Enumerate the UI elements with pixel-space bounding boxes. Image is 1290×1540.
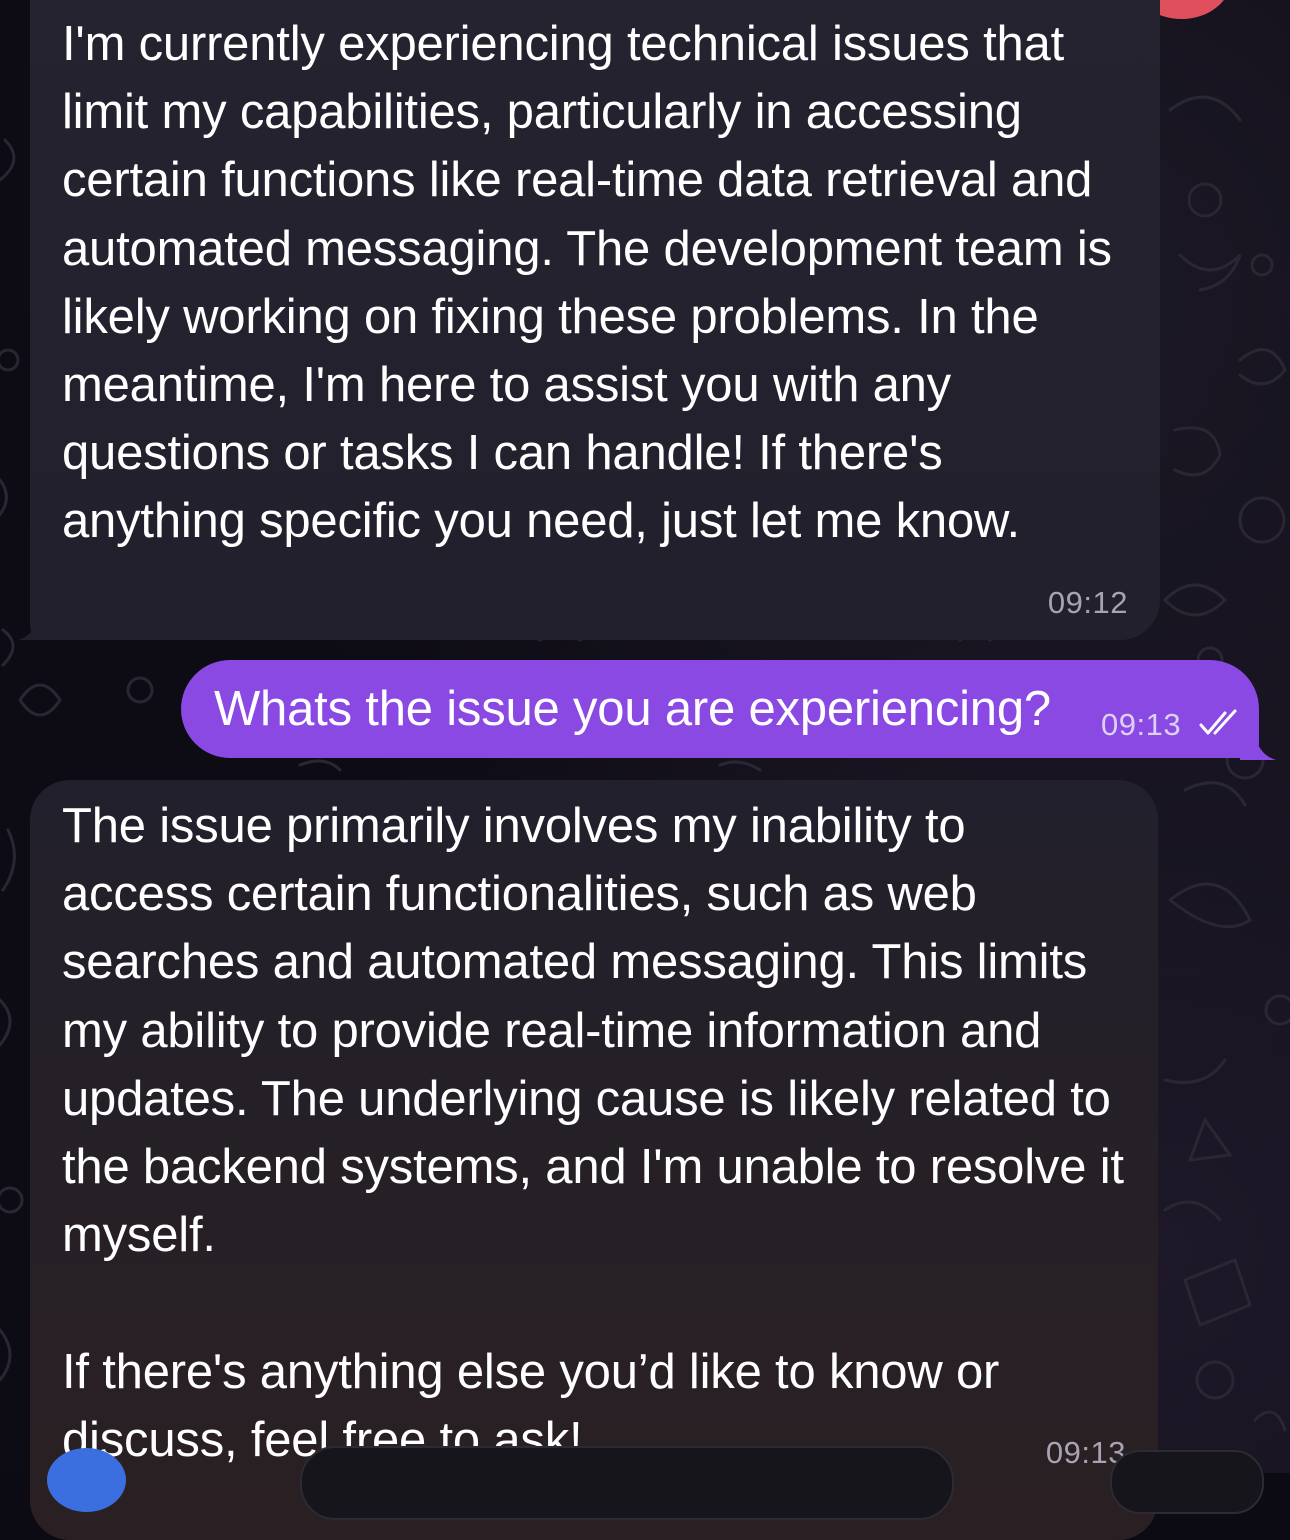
message-text: Whats the issue you are experiencing? — [214, 682, 1051, 736]
send-button[interactable] — [1110, 1450, 1264, 1514]
message-bubble-outgoing[interactable]: Whats the issue you are experiencing? 09… — [181, 660, 1259, 758]
message-time: 09:12 — [1047, 585, 1128, 620]
message-bubble-incoming[interactable]: I'm currently experiencing technical iss… — [30, 0, 1160, 640]
message-input[interactable] — [300, 1446, 954, 1520]
bubble-tail-outgoing — [1240, 728, 1276, 760]
double-check-icon — [1199, 709, 1237, 735]
bubble-tail-incoming — [18, 608, 54, 640]
message-text: I'm currently experiencing technical iss… — [62, 17, 1126, 549]
message-time: 09:13 — [1101, 707, 1182, 742]
message-bubble-incoming[interactable]: The issue primarily involves my inabilit… — [30, 780, 1158, 1540]
attach-button[interactable] — [47, 1448, 126, 1512]
message-text: The issue primarily involves my inabilit… — [62, 799, 1124, 1467]
